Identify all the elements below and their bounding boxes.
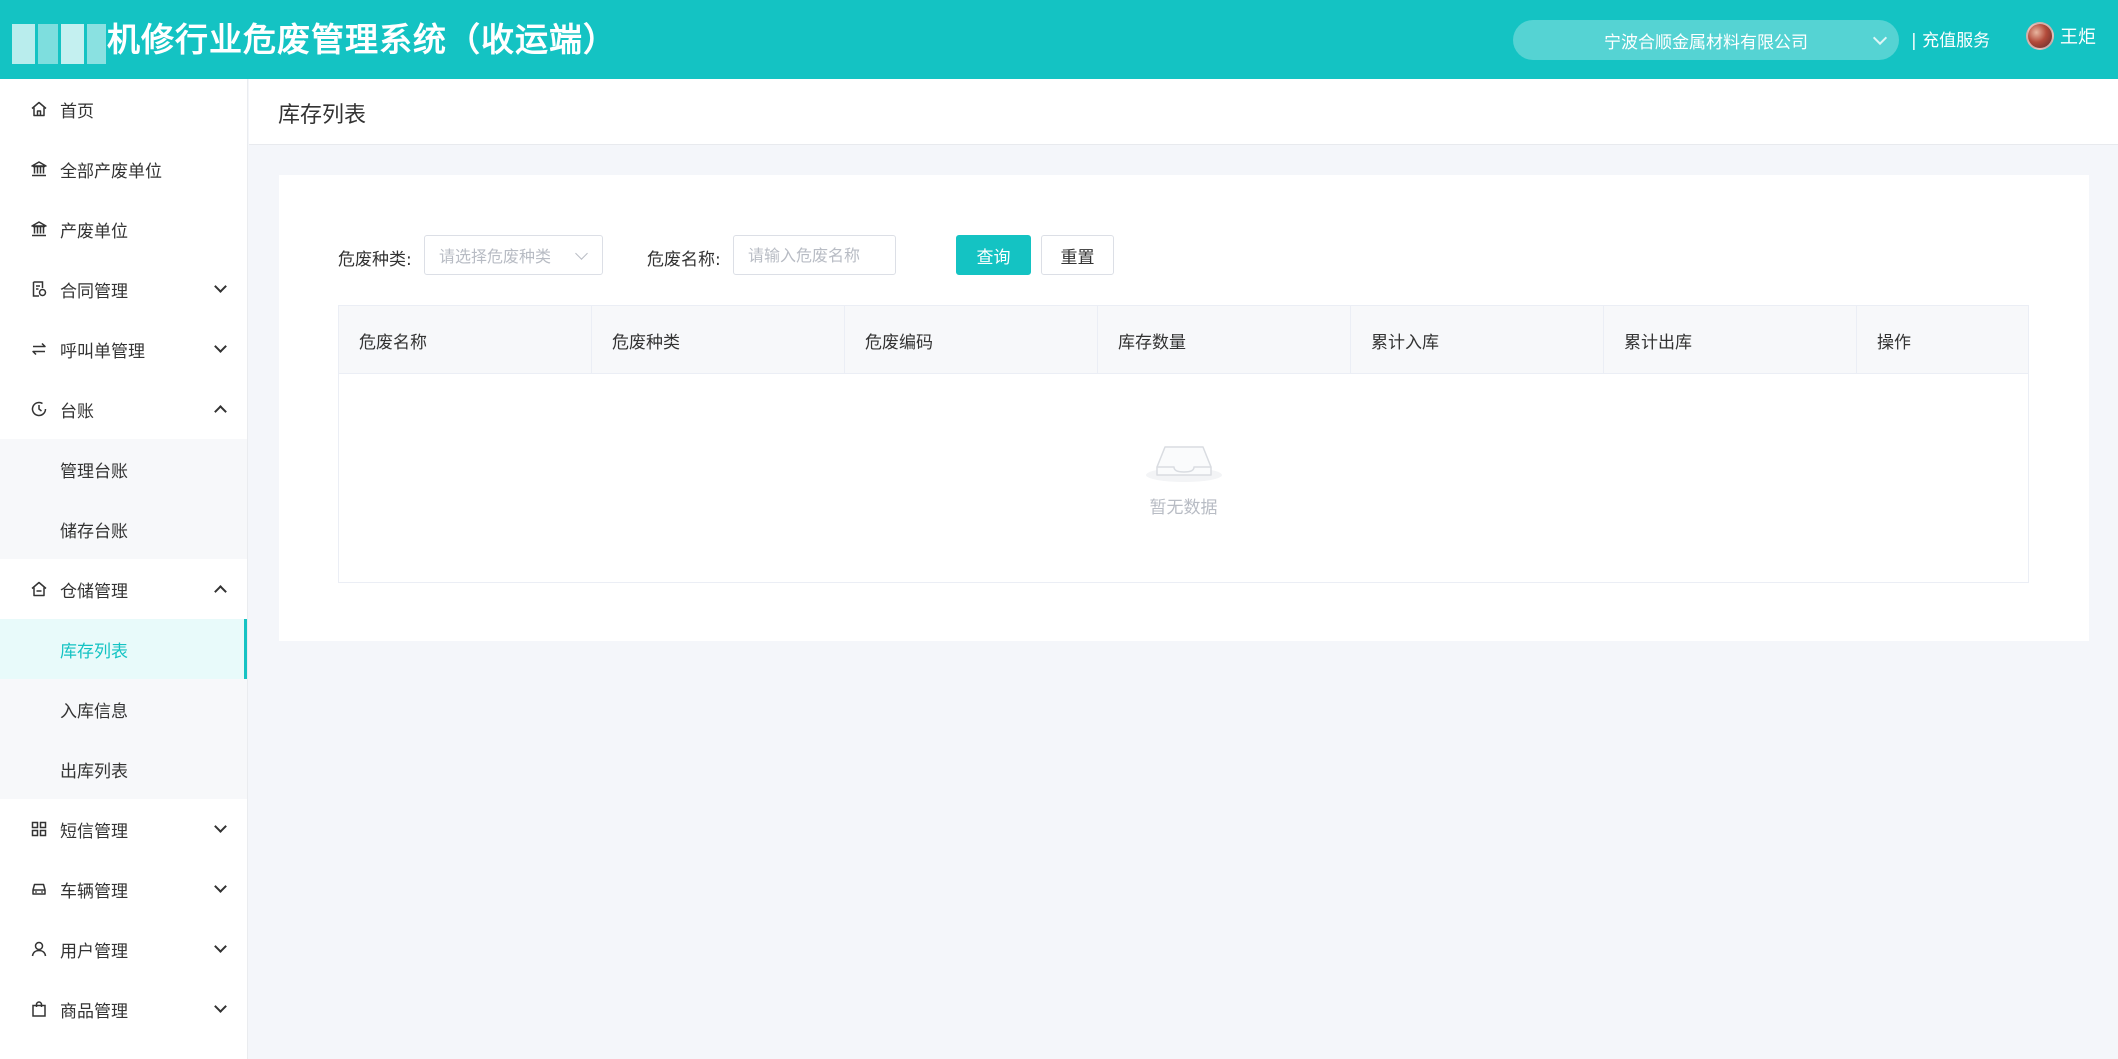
- chevron-down-icon: [575, 247, 588, 260]
- chevron-down-icon: [214, 880, 227, 893]
- chevron-down-icon: [1872, 30, 1888, 46]
- sidebar-item-storage-ledger[interactable]: 储存台账: [0, 499, 247, 559]
- sidebar-item-producers[interactable]: 产废单位: [0, 199, 247, 259]
- empty-inbox-icon: [1146, 446, 1222, 482]
- company-select[interactable]: 宁波合顺金属材料有限公司: [1513, 20, 1899, 60]
- hazard-name-field[interactable]: [733, 235, 896, 275]
- sidebar-item-warehouse[interactable]: 仓储管理: [0, 559, 247, 619]
- sidebar-item-label: 用户管理: [60, 941, 128, 962]
- page-header: 库存列表: [249, 79, 2118, 145]
- sidebar-item-label: 储存台账: [60, 521, 128, 542]
- sidebar-item-label: 库存列表: [60, 641, 128, 662]
- sidebar-item-label: 合同管理: [60, 281, 128, 302]
- grid-icon: [30, 820, 48, 838]
- sidebar-item-label: 仓储管理: [60, 581, 128, 602]
- hazard-type-placeholder: 请选择危废种类: [439, 247, 552, 266]
- sidebar-item-label: 首页: [60, 101, 94, 122]
- hazard-type-select[interactable]: 请选择危废种类: [424, 235, 603, 275]
- hazard-type-label: 危废种类:: [338, 250, 412, 270]
- car-icon: [30, 880, 48, 898]
- sidebar-item-label: 台账: [60, 401, 94, 422]
- recharge-link[interactable]: | 充值服务: [1911, 26, 1990, 51]
- sidebar-item-inventory-list[interactable]: 库存列表: [0, 619, 247, 679]
- avatar: [2026, 22, 2054, 50]
- column-header: 危废名称: [339, 306, 592, 374]
- table-header: 危废名称 危废种类 危废编码 库存数量 累计入库 累计出库 操作: [339, 306, 2028, 374]
- sidebar-item-label: 车辆管理: [60, 881, 128, 902]
- page-title: 库存列表: [278, 103, 367, 128]
- empty-text: 暂无数据: [1149, 498, 1218, 518]
- swap-icon: [30, 340, 48, 358]
- inventory-table: 危废名称 危废种类 危废编码 库存数量 累计入库 累计出库 操作 暂无数据: [338, 305, 2029, 583]
- bank-icon: [30, 220, 48, 238]
- chevron-down-icon: [214, 1000, 227, 1013]
- home-icon: [30, 100, 48, 118]
- chevron-down-icon: [214, 940, 227, 953]
- sidebar-item-label: 产废单位: [60, 221, 128, 242]
- user-menu[interactable]: 王炬: [2026, 22, 2096, 50]
- sidebar-item-label: 呼叫单管理: [60, 341, 145, 362]
- hazard-name-label: 危废名称:: [647, 250, 721, 270]
- clock-icon: [30, 400, 48, 418]
- company-select-value: 宁波合顺金属材料有限公司: [1604, 32, 1808, 53]
- chevron-up-icon: [214, 405, 227, 418]
- sidebar-item-label: 短信管理: [60, 821, 128, 842]
- sidebar: 首页 全部产废单位 产废单位 合同管理 呼叫单管理 台账 管理台账 储存台账 仓…: [0, 79, 248, 1059]
- column-header: 危废编码: [845, 306, 1098, 374]
- sidebar-item-inbound-info[interactable]: 入库信息: [0, 679, 247, 739]
- column-header: 累计入库: [1351, 306, 1604, 374]
- column-header: 累计出库: [1604, 306, 1857, 374]
- sidebar-item-users[interactable]: 用户管理: [0, 919, 247, 979]
- logo: [12, 24, 106, 64]
- sidebar-item-all-producers[interactable]: 全部产废单位: [0, 139, 247, 199]
- sidebar-item-label: 出库列表: [60, 761, 128, 782]
- sidebar-item-home[interactable]: 首页: [0, 79, 247, 139]
- sidebar-item-vehicles[interactable]: 车辆管理: [0, 859, 247, 919]
- contract-icon: [30, 280, 48, 298]
- sidebar-item-label: 入库信息: [60, 701, 128, 722]
- user-icon: [30, 940, 48, 958]
- chevron-up-icon: [214, 585, 227, 598]
- sidebar-item-label: 商品管理: [60, 1001, 128, 1022]
- column-header: 库存数量: [1098, 306, 1351, 374]
- sidebar-item-ledger[interactable]: 台账: [0, 379, 247, 439]
- reset-button[interactable]: 重置: [1041, 235, 1114, 275]
- chevron-down-icon: [214, 280, 227, 293]
- sidebar-item-sms[interactable]: 短信管理: [0, 799, 247, 859]
- sidebar-item-contracts[interactable]: 合同管理: [0, 259, 247, 319]
- top-header: 机修行业危废管理系统（收运端） 宁波合顺金属材料有限公司 | 充值服务 王炬: [0, 0, 2118, 79]
- app-title: 机修行业危废管理系统（收运端）: [107, 20, 617, 59]
- empty-state: 暂无数据: [339, 374, 2028, 582]
- column-header: 危废种类: [592, 306, 845, 374]
- chevron-down-icon: [214, 340, 227, 353]
- sidebar-item-management-ledger[interactable]: 管理台账: [0, 439, 247, 499]
- bank-icon: [30, 160, 48, 178]
- hazard-name-input[interactable]: [748, 245, 895, 265]
- sidebar-item-outbound-list[interactable]: 出库列表: [0, 739, 247, 799]
- query-button[interactable]: 查询: [956, 235, 1031, 275]
- bag-icon: [30, 1000, 48, 1018]
- warehouse-icon: [30, 580, 48, 598]
- sidebar-item-label: 管理台账: [60, 461, 128, 482]
- chevron-down-icon: [214, 820, 227, 833]
- column-header: 操作: [1877, 332, 1911, 353]
- sidebar-item-call-orders[interactable]: 呼叫单管理: [0, 319, 247, 379]
- username: 王炬: [2060, 27, 2096, 48]
- sidebar-item-label: 全部产废单位: [60, 161, 162, 182]
- sidebar-item-goods[interactable]: 商品管理: [0, 979, 247, 1039]
